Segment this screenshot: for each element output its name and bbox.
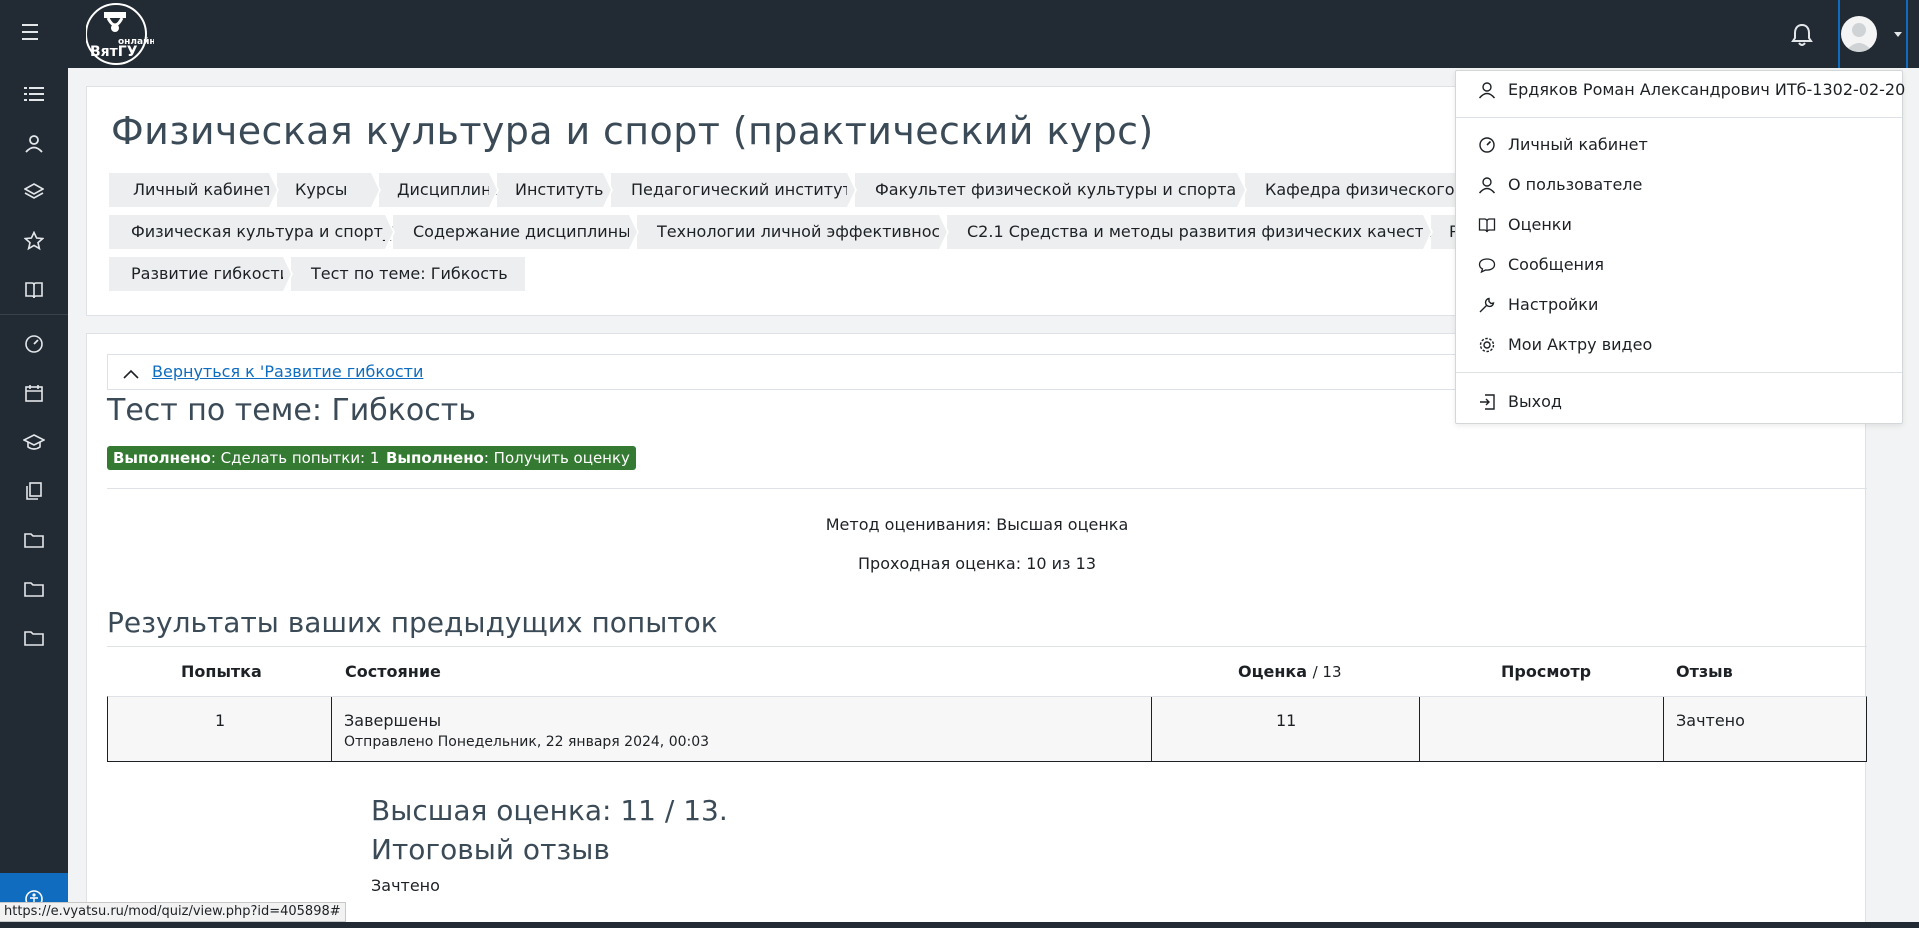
breadcrumb-item[interactable]: Институты <box>497 173 613 207</box>
chevron-down-icon <box>1894 32 1902 37</box>
menu-item-dashboard[interactable]: Личный кабинет <box>1456 127 1902 163</box>
cell-state: Завершены Отправлено Понедельник, 22 янв… <box>332 697 1152 761</box>
dashboard-icon[interactable] <box>18 328 50 360</box>
page-title: Физическая культура и спорт (практически… <box>111 109 1154 153</box>
cell-grade: 11 <box>1152 697 1420 761</box>
cell-attempt: 1 <box>108 697 332 761</box>
menu-item-label: Сообщения <box>1508 255 1605 274</box>
results-title: Результаты ваших предыдущих попыток <box>107 606 718 639</box>
breadcrumb-item[interactable]: Технологии личной эффективности <box>637 215 960 249</box>
menu-item-preferences[interactable]: Настройки <box>1456 287 1902 323</box>
menu-item-label: О пользователе <box>1508 175 1643 194</box>
menu-icon[interactable] <box>22 24 42 42</box>
breadcrumb-item[interactable]: С2.1 Средства и методы развития физическ… <box>947 215 1433 249</box>
user-menu-toggle[interactable] <box>1838 0 1908 68</box>
breadcrumb-item[interactable]: Курсы <box>277 173 381 207</box>
book-icon[interactable] <box>18 274 50 306</box>
menu-item-label: Личный кабинет <box>1508 135 1648 154</box>
menu-divider <box>1456 117 1902 118</box>
comment-icon <box>1478 256 1496 274</box>
participants-icon[interactable] <box>18 127 50 159</box>
col-header-attempt: Попытка <box>181 662 262 681</box>
breadcrumb-item[interactable]: Педагогический институт <box>611 173 857 207</box>
menu-item-label: Выход <box>1508 392 1562 411</box>
menu-item-user-name[interactable]: Ердяков Роман Александрович ИТб-1302-02-… <box>1456 72 1906 108</box>
gear-icon <box>1478 336 1496 354</box>
status-url: https://e.vyatsu.ru/mod/quiz/view.php?id… <box>0 902 346 922</box>
col-header-review: Просмотр <box>1501 662 1592 681</box>
completion-badge: Выполнено: Сделать попытки: 1 <box>107 446 386 470</box>
dashboard-icon <box>1478 136 1496 154</box>
menu-item-aktru-video[interactable]: Мои Актру видео <box>1456 327 1902 363</box>
layers-icon[interactable] <box>18 176 50 208</box>
menu-item-label: Ердяков Роман Александрович ИТб-1302-02-… <box>1508 80 1906 99</box>
user-icon <box>1478 176 1496 194</box>
breadcrumb-item[interactable]: Развитие гибкости <box>109 257 293 291</box>
user-dropdown-menu: Ердяков Роман Александрович ИТб-1302-02-… <box>1455 70 1906 424</box>
bell-icon[interactable] <box>1790 22 1814 48</box>
folder-icon[interactable] <box>18 524 50 556</box>
graduation-cap-icon[interactable] <box>18 426 50 458</box>
pass-grade: Проходная оценка: 10 из 13 <box>858 554 1096 573</box>
breadcrumb-item[interactable]: Физическая культура и спорт_1 <box>109 215 401 249</box>
final-feedback-title: Итоговый отзыв <box>371 833 610 866</box>
copy-icon[interactable] <box>18 475 50 507</box>
col-header-grade: Оценка / 13 <box>1238 662 1342 681</box>
menu-item-label: Мои Актру видео <box>1508 335 1653 354</box>
calendar-icon[interactable] <box>18 377 50 409</box>
sidebar-divider <box>0 314 68 315</box>
menu-item-grades[interactable]: Оценки <box>1456 207 1902 243</box>
sign-out-icon <box>1478 393 1496 411</box>
cell-review <box>1420 697 1664 761</box>
star-icon[interactable] <box>18 225 50 257</box>
breadcrumb-item[interactable]: Содержание дисциплины <box>393 215 639 249</box>
cell-feedback: Зачтено <box>1676 711 1745 730</box>
divider <box>107 488 1867 489</box>
user-icon <box>1478 81 1496 99</box>
bottom-strip <box>0 922 1919 928</box>
grading-method: Метод оценивания: Высшая оценка <box>825 515 1129 534</box>
menu-item-profile[interactable]: О пользователе <box>1456 167 1902 203</box>
best-grade: Высшая оценка: 11 / 13. <box>371 794 728 827</box>
menu-item-logout[interactable]: Выход <box>1456 384 1902 420</box>
completion-badge: Выполнено: Получить оценку <box>380 446 636 470</box>
top-navbar: онлайн ВятГУ <box>0 0 1919 68</box>
menu-item-label: Настройки <box>1508 295 1599 314</box>
breadcrumb-item[interactable]: Факультет физической культуры и спорта <box>855 173 1247 207</box>
chevron-up-icon <box>122 365 140 379</box>
quiz-title: Тест по теме: Гибкость <box>107 393 476 428</box>
logo-text-bottom: ВятГУ <box>90 44 138 60</box>
table-row: 1 Завершены Отправлено Понедельник, 22 я… <box>107 696 1867 762</box>
folder-icon[interactable] <box>18 573 50 605</box>
final-feedback: Зачтено <box>371 876 440 895</box>
breadcrumb-item[interactable]: Кафедра физического в <box>1245 173 1465 207</box>
divider <box>107 646 1867 647</box>
site-logo[interactable]: онлайн ВятГУ <box>85 2 156 66</box>
left-sidebar <box>0 68 68 928</box>
back-link[interactable]: Вернуться к 'Развитие гибкости <box>152 362 423 381</box>
breadcrumb-item[interactable]: Личный кабинет <box>109 173 279 207</box>
breadcrumb-item[interactable]: Дисциплины <box>379 173 504 207</box>
folder-icon[interactable] <box>18 622 50 654</box>
menu-item-label: Оценки <box>1508 215 1572 234</box>
menu-divider <box>1456 372 1902 373</box>
col-header-state: Состояние <box>345 662 441 681</box>
wrench-icon <box>1478 296 1496 314</box>
col-header-feedback: Отзыв <box>1676 662 1733 681</box>
menu-item-messages[interactable]: Сообщения <box>1456 247 1902 283</box>
breadcrumb-current: Тест по теме: Гибкость <box>291 257 525 291</box>
user-avatar-icon <box>1841 16 1877 52</box>
book-icon <box>1478 216 1496 234</box>
list-icon[interactable] <box>18 78 50 110</box>
